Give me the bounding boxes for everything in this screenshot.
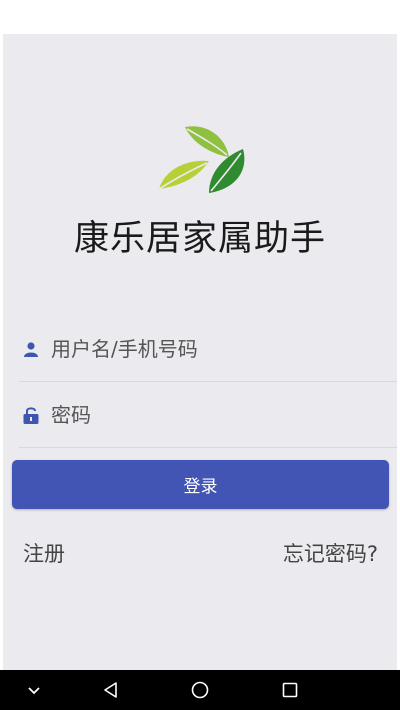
user-icon: [21, 339, 41, 359]
register-link[interactable]: 注册: [23, 538, 65, 568]
password-input[interactable]: [51, 402, 397, 427]
back-triangle-icon[interactable]: [101, 680, 121, 700]
lock-icon: [21, 405, 41, 425]
forgot-password-link[interactable]: 忘记密码?: [283, 538, 378, 568]
username-input[interactable]: [51, 336, 397, 361]
username-field-row: [19, 316, 397, 382]
password-field-row: [19, 382, 397, 448]
recents-square-icon[interactable]: [280, 680, 300, 700]
chevron-down-icon[interactable]: [24, 680, 44, 700]
app-title: 康乐居家属助手: [73, 219, 326, 259]
login-screen: 康乐居家属助手 登录 注册 忘记密码?: [3, 34, 397, 670]
system-nav-bar: [0, 670, 400, 710]
login-button[interactable]: 登录: [12, 460, 389, 509]
home-circle-icon[interactable]: [190, 680, 210, 700]
leaf-logo-icon: [158, 126, 245, 193]
